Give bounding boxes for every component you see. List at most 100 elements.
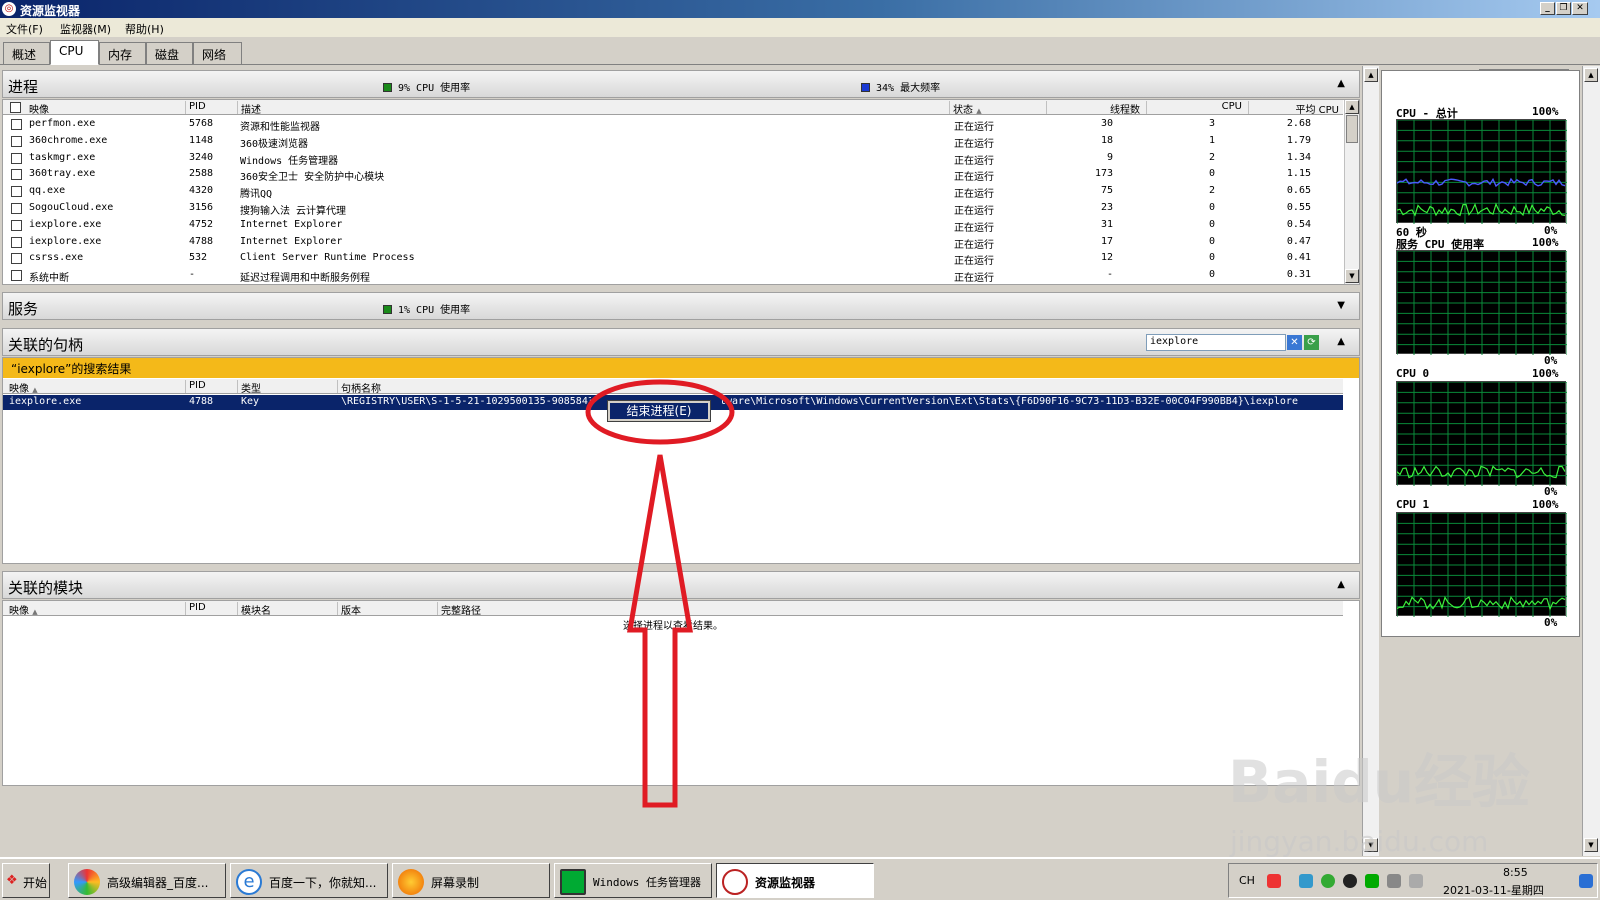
show-desktop-icon[interactable] xyxy=(1579,874,1593,888)
process-checkbox[interactable] xyxy=(11,203,22,214)
360-icon[interactable] xyxy=(1321,874,1335,888)
collapse-icon[interactable]: ▲ xyxy=(1337,336,1345,347)
col-pid[interactable]: PID xyxy=(185,380,235,393)
menu-monitor[interactable]: 监视器(M) xyxy=(60,21,111,37)
col-image[interactable]: 映像 xyxy=(3,101,183,116)
process-row[interactable]: SogouCloud.exe 3156 搜狗输入法 云计算代理 正在运行 23 0 0.55 xyxy=(3,200,1343,217)
col-description[interactable]: 描述 xyxy=(237,101,947,116)
process-row[interactable]: iexplore.exe 4788 Internet Explorer 正在运行 17 0… xyxy=(3,234,1343,251)
clock-date[interactable]: 2021-03-11-星期四 xyxy=(1443,882,1544,898)
processes-title: 进程 xyxy=(8,78,39,96)
taskbar-item-resmon[interactable]: 资源监视器 xyxy=(716,863,874,898)
col-image[interactable]: 映像 ▲ xyxy=(3,602,185,617)
col-version[interactable]: 版本 xyxy=(337,602,435,617)
annotation-arrow xyxy=(627,454,693,808)
sogou-icon[interactable] xyxy=(1267,874,1281,888)
menu-help[interactable]: 帮助(H) xyxy=(125,21,164,37)
resource-monitor-icon xyxy=(722,869,748,895)
taskmgr-tray-icon[interactable] xyxy=(1365,874,1379,888)
col-threads[interactable]: 线程数 xyxy=(1046,101,1144,116)
process-status: 正在运行 xyxy=(954,172,994,184)
select-all-checkbox[interactable] xyxy=(10,102,21,113)
restore-button[interactable]: ❐ xyxy=(1556,2,1571,15)
process-row[interactable]: 系统中断 - 延迟过程调用和中断服务例程 正在运行 - 0 0.31 xyxy=(3,267,1343,284)
process-checkbox[interactable] xyxy=(11,270,22,282)
scroll-up-icon[interactable]: ▲ xyxy=(1584,68,1598,82)
right-scrollbar[interactable]: ▲ ▼ xyxy=(1582,66,1600,856)
collapse-icon[interactable]: ▲ xyxy=(1337,579,1345,590)
col-image[interactable]: 映像 ▲ xyxy=(3,380,185,395)
handle-search-input[interactable]: iexplore xyxy=(1146,334,1286,351)
process-cpu: 1 xyxy=(1208,134,1215,146)
tab-overview[interactable]: 概述 xyxy=(3,42,50,64)
process-avg-cpu: 0.47 xyxy=(1286,235,1311,247)
volume-icon[interactable] xyxy=(1409,874,1423,888)
clear-search-icon[interactable]: ✕ xyxy=(1287,335,1302,350)
process-image: qq.exe xyxy=(29,185,66,197)
scroll-up-icon[interactable]: ▲ xyxy=(1345,100,1359,114)
scroll-down-icon[interactable]: ▼ xyxy=(1345,269,1359,283)
taskbar-item-label: 百度一下，你就知... xyxy=(269,876,377,890)
process-pid: 3156 xyxy=(189,202,214,213)
taskbar-item-recorder[interactable]: 屏幕录制 xyxy=(392,863,550,898)
minimize-button[interactable]: _ xyxy=(1540,2,1555,15)
network-icon[interactable] xyxy=(1299,874,1313,888)
tab-memory[interactable]: 内存 xyxy=(99,42,146,64)
collapse-icon[interactable]: ▲ xyxy=(1337,78,1345,89)
service-cpu-graph xyxy=(1396,250,1568,355)
taskbar-item-editor[interactable]: 高级编辑器_百度... xyxy=(68,863,226,898)
process-checkbox[interactable] xyxy=(11,119,22,130)
process-row[interactable]: csrss.exe 532 Client Server Runtime Proces… xyxy=(3,250,1343,267)
col-cpu[interactable]: CPU xyxy=(1146,101,1246,114)
scroll-up-icon[interactable]: ▲ xyxy=(1364,68,1378,82)
process-row[interactable]: 360chrome.exe 1148 360极速浏览器 正在运行 18 1 1.79 xyxy=(3,133,1343,150)
scroll-thumb[interactable] xyxy=(1346,115,1358,143)
menu-file[interactable]: 文件(F) xyxy=(6,21,43,37)
col-pid[interactable]: PID xyxy=(185,101,235,114)
col-module-name[interactable]: 模块名 xyxy=(237,602,335,617)
processes-header[interactable]: 进程 9% CPU 使用率 34% 最大频率 ▲ xyxy=(2,70,1360,98)
processes-scrollbar[interactable]: ▲ ▼ xyxy=(1344,100,1359,284)
process-checkbox[interactable] xyxy=(11,253,22,265)
qq-icon[interactable] xyxy=(1343,874,1357,888)
col-avg-cpu[interactable]: 平均 CPU xyxy=(1248,101,1343,116)
process-row[interactable]: 360tray.exe 2588 360安全卫士 安全防护中心模块 正在运行 173 0 1… xyxy=(3,166,1343,183)
process-row[interactable]: qq.exe 4320 腾讯QQ 正在运行 75 2 0.65 xyxy=(3,183,1343,200)
tab-cpu[interactable]: CPU xyxy=(50,40,99,65)
process-checkbox[interactable] xyxy=(11,186,22,198)
process-row[interactable]: taskmgr.exe 3240 Windows 任务管理器 正在运行 9 2 1.34 xyxy=(3,150,1343,167)
process-checkbox[interactable] xyxy=(11,169,22,181)
start-button[interactable]: ❖ 开始 xyxy=(2,863,50,898)
process-pid: 4320 xyxy=(189,185,214,197)
language-indicator[interactable]: CH xyxy=(1239,874,1255,887)
tab-disk[interactable]: 磁盘 xyxy=(146,42,193,64)
display-icon[interactable] xyxy=(1387,874,1401,888)
close-button[interactable]: ✕ xyxy=(1572,2,1588,15)
process-checkbox[interactable] xyxy=(11,152,22,164)
process-threads: 12 xyxy=(1100,252,1113,264)
search-go-icon[interactable]: ⟳ xyxy=(1304,335,1319,350)
graph-max-label: 100% xyxy=(1532,498,1559,511)
processes-column-header: 映像 PID 描述 状态 ▲ 线程数 CPU 平均 CPU xyxy=(3,100,1343,116)
taskbar-item-baidu[interactable]: e 百度一下，你就知... xyxy=(230,863,388,898)
taskbar: ❖ 开始 高级编辑器_百度... e 百度一下，你就知... 屏幕录制 Wind… xyxy=(0,857,1600,900)
annotation-overlay xyxy=(585,379,735,808)
process-checkbox[interactable] xyxy=(11,135,22,147)
scroll-down-icon[interactable]: ▼ xyxy=(1584,838,1598,852)
expand-icon[interactable]: ▼ xyxy=(1337,300,1345,311)
tab-network[interactable]: 网络 xyxy=(193,42,242,64)
col-pid[interactable]: PID xyxy=(185,602,235,615)
clock-time[interactable]: 8:55 xyxy=(1503,866,1528,879)
col-type[interactable]: 类型 xyxy=(237,380,335,395)
col-full-path[interactable]: 完整路径 xyxy=(437,602,1343,617)
services-header[interactable]: 服务 1% CPU 使用率 ▼ xyxy=(2,292,1360,320)
process-checkbox[interactable] xyxy=(11,236,22,248)
col-status[interactable]: 状态 ▲ xyxy=(949,101,1044,116)
taskbar-item-taskmgr[interactable]: Windows 任务管理器 xyxy=(554,863,712,898)
handles-header[interactable]: 关联的句柄 iexplore ✕ ⟳ ▲ xyxy=(2,328,1360,356)
process-checkbox[interactable] xyxy=(11,219,22,231)
process-cpu: 0 xyxy=(1208,269,1215,281)
col-handle-name[interactable]: 句柄名称 xyxy=(337,380,1343,395)
process-row[interactable]: iexplore.exe 4752 Internet Explorer 正在运行 31 0… xyxy=(3,217,1343,234)
process-row[interactable]: perfmon.exe 5768 资源和性能监视器 正在运行 30 3 2.68 xyxy=(3,116,1343,133)
